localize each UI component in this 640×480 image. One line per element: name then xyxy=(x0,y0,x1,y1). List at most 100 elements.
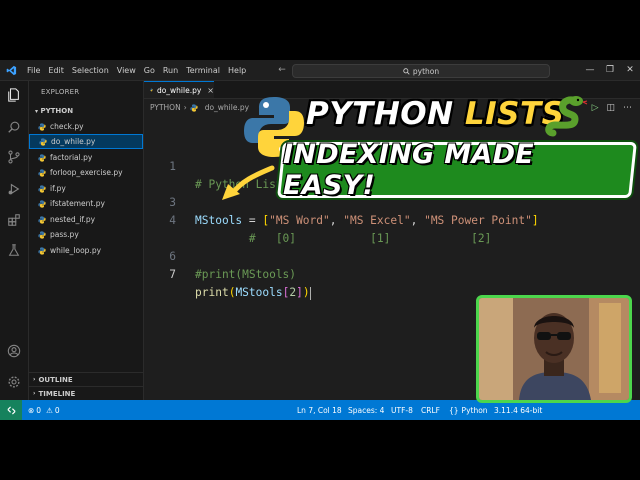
warning-count: 0 xyxy=(54,405,60,415)
file-label: forloop_exercise.py xyxy=(50,168,123,177)
file-item[interactable]: forloop_exercise.py xyxy=(29,165,143,180)
line-text-print: print(MStools[2]) xyxy=(195,286,311,300)
minimize-icon[interactable]: — xyxy=(580,65,600,75)
title-python: PYTHON xyxy=(306,96,465,132)
cursor-position[interactable]: Ln 7, Col 18 xyxy=(297,400,342,420)
python-file-icon xyxy=(38,246,46,255)
menu-edit[interactable]: Edit xyxy=(44,66,68,75)
error-icon: ⊗ xyxy=(28,405,35,415)
chevron-right-icon: › xyxy=(33,376,36,383)
python-file-icon xyxy=(190,103,198,112)
code-line-current: 7 print(MStools[2]) xyxy=(144,248,640,300)
menu-help[interactable]: Help xyxy=(224,66,250,75)
file-item[interactable]: ifstatement.py xyxy=(29,196,143,211)
file-label: nested_if.py xyxy=(50,215,96,224)
tab-label: do_while.py xyxy=(156,85,202,95)
editor-actions: ▷ ◫ ⋯ xyxy=(592,103,632,113)
menu-terminal[interactable]: Terminal xyxy=(182,66,224,75)
more-actions-icon[interactable]: ⋯ xyxy=(623,103,632,113)
source-control-icon[interactable] xyxy=(6,149,22,165)
python-file-icon xyxy=(39,137,47,146)
title-bar: File Edit Selection View Go Run Terminal… xyxy=(0,60,640,81)
thumbnail-title: PYTHON LISTS xyxy=(306,96,564,132)
file-label: if.py xyxy=(50,184,66,193)
encoding[interactable]: UTF-8 xyxy=(391,400,413,420)
chevron-right-icon: › xyxy=(183,103,187,112)
chevron-right-icon: › xyxy=(33,390,36,397)
end-of-line[interactable]: CRLF xyxy=(421,400,440,420)
line-number: 4 xyxy=(169,214,176,227)
problems-indicator[interactable]: ⊗ 0 ⚠ 0 xyxy=(28,400,60,420)
file-item[interactable]: nested_if.py xyxy=(29,212,143,227)
file-item[interactable]: while_loop.py xyxy=(29,243,143,258)
split-editor-icon[interactable]: ◫ xyxy=(606,103,615,113)
line-number: 7 xyxy=(169,268,176,281)
vscode-logo-icon xyxy=(3,60,19,80)
window-controls: — ❐ ✕ xyxy=(580,60,640,80)
python-file-icon xyxy=(38,153,46,162)
menu-go[interactable]: Go xyxy=(140,66,159,75)
arrow-pointer-icon xyxy=(222,165,275,200)
folder-label: PYTHON xyxy=(40,107,74,115)
snake-emoji-icon xyxy=(545,96,588,137)
command-center-search[interactable]: python xyxy=(292,64,550,78)
tab-close-icon[interactable]: × xyxy=(207,86,214,95)
menu-file[interactable]: File xyxy=(23,66,44,75)
remote-indicator-icon[interactable] xyxy=(0,400,22,420)
close-icon[interactable]: ✕ xyxy=(620,65,640,75)
file-item[interactable]: factorial.py xyxy=(29,150,143,165)
file-item[interactable]: if.py xyxy=(29,181,143,196)
indentation[interactable]: Spaces: 4 xyxy=(348,400,384,420)
line-text-list-def: MStools = ["MS Word", "MS Excel", "MS Po… xyxy=(195,214,539,227)
restore-icon[interactable]: ❐ xyxy=(600,65,620,75)
line-text: #print(MStools) xyxy=(195,268,297,281)
status-bar: ⊗ 0 ⚠ 0 Ln 7, Col 18 Spaces: 4 UTF-8 CRL… xyxy=(0,400,640,420)
python-file-icon xyxy=(38,230,46,239)
python-file-icon xyxy=(38,122,46,131)
python-file-icon xyxy=(38,199,46,208)
run-debug-icon[interactable] xyxy=(6,181,22,197)
folder-python[interactable]: ▾ PYTHON xyxy=(35,107,73,115)
activity-bar xyxy=(0,81,29,401)
python-file-icon xyxy=(38,168,46,177)
back-arrow-icon[interactable]: ← xyxy=(278,65,286,75)
timeline-section[interactable]: › TIMELINE xyxy=(29,386,143,400)
explorer-sidebar: EXPLORER ▾ PYTHON check.py do_while.py f… xyxy=(29,81,144,401)
presenter-image xyxy=(479,298,629,400)
language-label: Python xyxy=(461,405,488,415)
language-mode[interactable]: {} Python xyxy=(449,400,488,420)
settings-gear-icon[interactable] xyxy=(6,374,22,390)
account-icon[interactable] xyxy=(6,343,22,359)
subtitle-banner: INDEXING MADE EASY! xyxy=(277,139,637,201)
breadcrumb: PYTHON › do_while.py xyxy=(150,103,249,112)
python-interpreter[interactable]: 3.11.4 64-bit xyxy=(494,400,542,420)
breadcrumb-folder[interactable]: PYTHON xyxy=(150,103,181,112)
warning-icon: ⚠ xyxy=(46,405,53,415)
search-icon xyxy=(403,67,410,75)
file-label: check.py xyxy=(50,122,84,131)
menu-view[interactable]: View xyxy=(113,66,140,75)
outline-label: OUTLINE xyxy=(38,375,73,384)
menu-bar: File Edit Selection View Go Run Terminal… xyxy=(23,66,250,75)
file-item-active[interactable]: do_while.py xyxy=(29,134,143,149)
search-sidebar-icon[interactable] xyxy=(6,119,22,135)
file-item[interactable]: check.py xyxy=(29,119,143,134)
file-label: do_while.py xyxy=(51,137,96,146)
python-file-icon xyxy=(38,184,46,193)
extensions-icon[interactable] xyxy=(6,212,22,228)
subtitle-text: INDEXING MADE EASY! xyxy=(283,139,535,201)
file-label: while_loop.py xyxy=(50,246,102,255)
menu-selection[interactable]: Selection xyxy=(68,66,113,75)
code-line: 6 #print(MStools) xyxy=(144,230,640,281)
run-play-icon[interactable]: ▷ xyxy=(592,103,599,113)
testing-flask-icon[interactable] xyxy=(6,242,22,258)
chevron-down-icon: ▾ xyxy=(35,108,39,115)
python-file-icon xyxy=(150,88,153,92)
error-count: 0 xyxy=(36,405,42,415)
file-item[interactable]: pass.py xyxy=(29,227,143,242)
explorer-icon[interactable] xyxy=(6,87,22,103)
file-label: ifstatement.py xyxy=(50,199,105,208)
outline-section[interactable]: › OUTLINE xyxy=(29,372,143,386)
tab-do-while[interactable]: do_while.py × xyxy=(144,81,214,98)
menu-run[interactable]: Run xyxy=(159,66,182,75)
